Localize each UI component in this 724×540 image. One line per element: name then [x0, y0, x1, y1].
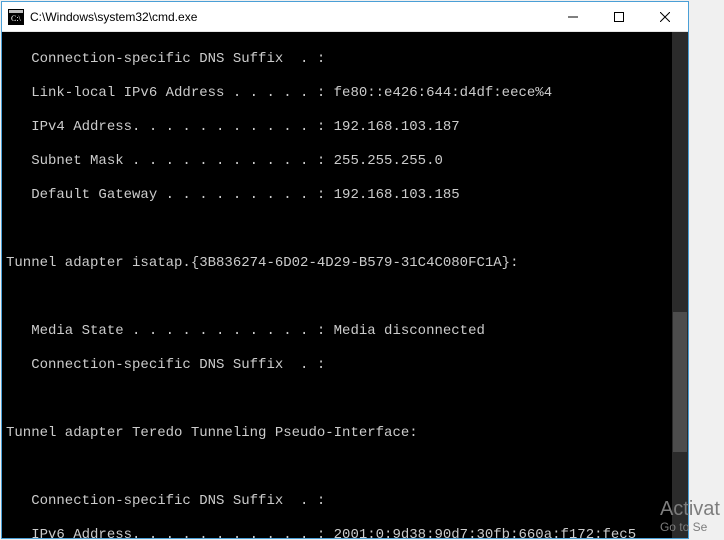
output-line: IPv4 Address. . . . . . . . . . . : 192.…: [6, 119, 684, 136]
output-line: Default Gateway . . . . . . . . . : 192.…: [6, 187, 684, 204]
svg-text:C:\: C:\: [11, 14, 22, 23]
output-line: Connection-specific DNS Suffix . :: [6, 357, 684, 374]
scrollbar[interactable]: [672, 32, 688, 538]
output-line: Connection-specific DNS Suffix . :: [6, 51, 684, 68]
output-line: Tunnel adapter Teredo Tunneling Pseudo-I…: [6, 425, 684, 442]
titlebar[interactable]: C:\ C:\Windows\system32\cmd.exe: [2, 2, 688, 32]
console-output[interactable]: Connection-specific DNS Suffix . : Link-…: [2, 32, 688, 538]
output-line: Connection-specific DNS Suffix . :: [6, 493, 684, 510]
blank-line: [6, 459, 684, 476]
output-line: Link-local IPv6 Address . . . . . : fe80…: [6, 85, 684, 102]
output-line: Tunnel adapter isatap.{3B836274-6D02-4D2…: [6, 255, 684, 272]
close-button[interactable]: [642, 2, 688, 31]
window-controls: [550, 2, 688, 31]
minimize-button[interactable]: [550, 2, 596, 31]
blank-line: [6, 391, 684, 408]
output-line: IPv6 Address. . . . . . . . . . . : 2001…: [6, 527, 684, 538]
output-line: Media State . . . . . . . . . . . : Medi…: [6, 323, 684, 340]
blank-line: [6, 289, 684, 306]
cmd-window: C:\ C:\Windows\system32\cmd.exe Connecti…: [1, 1, 689, 539]
output-line: Subnet Mask . . . . . . . . . . . : 255.…: [6, 153, 684, 170]
maximize-button[interactable]: [596, 2, 642, 31]
window-title: C:\Windows\system32\cmd.exe: [30, 10, 550, 24]
scrollbar-thumb[interactable]: [673, 312, 687, 452]
cmd-icon: C:\: [8, 9, 24, 25]
blank-line: [6, 221, 684, 238]
